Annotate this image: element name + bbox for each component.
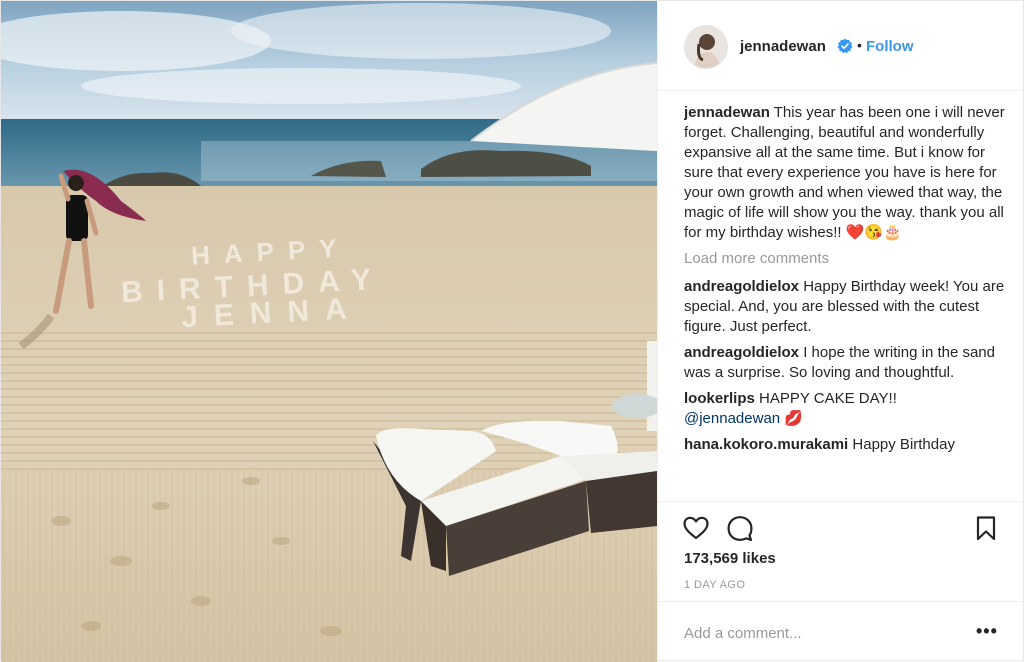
lips-emoji: 💋 [784, 410, 803, 427]
caption-username[interactable]: jennadewan [684, 104, 770, 121]
load-more-comments[interactable]: Load more comments [684, 249, 1010, 269]
comment-item: andreagoldielox I hope the writing in th… [684, 343, 1010, 383]
comments-list[interactable]: jennadewan This year has been one i will… [684, 103, 1010, 495]
caption: jennadewan This year has been one i will… [684, 103, 1010, 243]
author-avatar[interactable] [684, 25, 728, 69]
separator-dot: • [857, 37, 862, 53]
post-actions: 173,569 likes 1 DAY AGO [658, 501, 1024, 601]
add-comment-input[interactable] [682, 620, 966, 646]
comment-username[interactable]: hana.kokoro.murakami [684, 436, 848, 453]
post-sidebar: jennadewan • Follow jennadewan This year… [657, 1, 1024, 662]
comment-username[interactable]: andreagoldielox [684, 278, 799, 295]
comment-item: hana.kokoro.murakami Happy Birthday [684, 435, 1010, 455]
more-options-button[interactable]: ••• [976, 621, 998, 642]
post-timestamp[interactable]: 1 DAY AGO [684, 579, 745, 591]
speech-bubble-icon[interactable] [726, 514, 754, 542]
comment-text: HAPPY CAKE DAY!! [759, 390, 897, 407]
post-header: jennadewan • Follow [658, 1, 1024, 91]
verified-badge-icon [837, 38, 853, 54]
comment-username[interactable]: lookerlips [684, 390, 755, 407]
comment-item: andreagoldielox Happy Birthday week! You… [684, 277, 1010, 337]
comment-composer: ••• [658, 601, 1024, 662]
author-username[interactable]: jennadewan [740, 38, 826, 55]
comment-text: Happy Birthday [852, 436, 955, 453]
follow-button[interactable]: Follow [866, 38, 914, 55]
caption-text: This year has been one i will never forg… [684, 104, 1005, 241]
comment-mention[interactable]: @jennadewan [684, 410, 780, 427]
like-count[interactable]: 173,569 likes [684, 550, 776, 567]
post-photo[interactable]: HAPPY BIRTHDAY JENNA [1, 1, 657, 662]
comment-item: lookerlips HAPPY CAKE DAY!! @jennadewan … [684, 389, 1010, 429]
instagram-post: HAPPY BIRTHDAY JENNA jennadewan • Follow… [0, 0, 1024, 662]
bookmark-icon[interactable] [972, 514, 1000, 542]
comment-username[interactable]: andreagoldielox [684, 344, 799, 361]
heart-outline-icon[interactable] [682, 514, 710, 542]
